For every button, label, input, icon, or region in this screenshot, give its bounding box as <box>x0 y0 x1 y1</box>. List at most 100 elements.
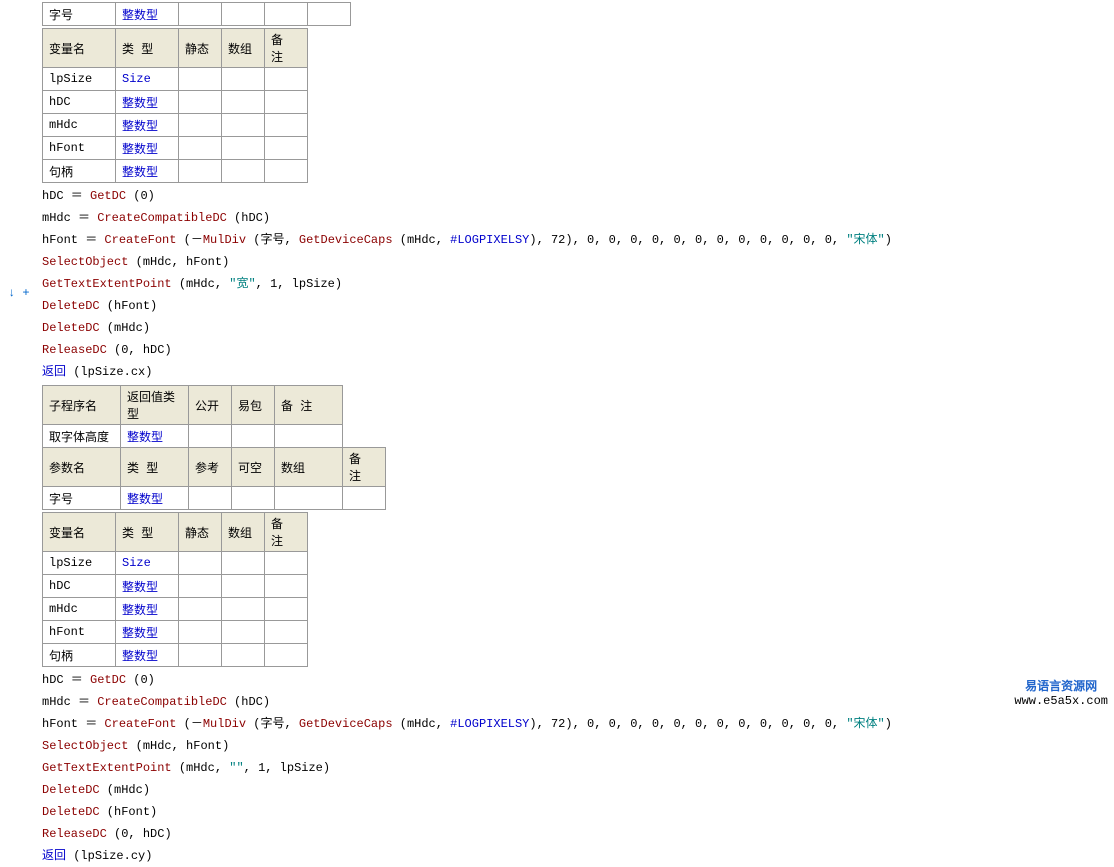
code-line[interactable]: DeleteDC (hFont) <box>42 801 1114 823</box>
cell[interactable] <box>179 137 222 160</box>
cell[interactable] <box>222 137 265 160</box>
cell[interactable]: 整数型 <box>116 3 179 26</box>
cell[interactable] <box>179 91 222 114</box>
code-line[interactable]: hFont ＝ CreateFont (－MulDiv (字号, GetDevi… <box>42 229 1114 251</box>
cell[interactable] <box>179 552 222 575</box>
cell[interactable]: 句柄 <box>43 160 116 183</box>
cell[interactable]: hFont <box>43 137 116 160</box>
code-line[interactable]: DeleteDC (mHdc) <box>42 317 1114 339</box>
watermark-url: www.e5a5x.com <box>1014 694 1108 708</box>
cell[interactable] <box>265 91 308 114</box>
hdr-param-type: 类 型 <box>121 448 189 487</box>
hdr-var-note: 备 注 <box>265 513 308 552</box>
cell[interactable]: Size <box>116 68 179 91</box>
cell[interactable] <box>265 68 308 91</box>
cell[interactable] <box>275 487 343 510</box>
code-line[interactable]: GetTextExtentPoint (mHdc, "宽", 1, lpSize… <box>42 273 1114 295</box>
cell[interactable]: 整数型 <box>116 114 179 137</box>
cell[interactable] <box>222 575 265 598</box>
cell[interactable] <box>222 91 265 114</box>
cell[interactable] <box>308 3 351 26</box>
cell[interactable] <box>265 575 308 598</box>
cell[interactable]: 整数型 <box>121 487 189 510</box>
hdr-var-note: 备 注 <box>265 29 308 68</box>
cell[interactable]: hFont <box>43 621 116 644</box>
hdr-var-name: 变量名 <box>43 29 116 68</box>
cell[interactable] <box>179 575 222 598</box>
cell[interactable]: 整数型 <box>116 598 179 621</box>
code-line[interactable]: mHdc ＝ CreateCompatibleDC (hDC) <box>42 207 1114 229</box>
code-line[interactable]: DeleteDC (hFont) <box>42 295 1114 317</box>
cell[interactable]: 整数型 <box>116 575 179 598</box>
cell[interactable]: hDC <box>43 91 116 114</box>
code-line[interactable]: 返回 (lpSize.cy) <box>42 845 1114 867</box>
cell[interactable]: 整数型 <box>116 160 179 183</box>
cell[interactable] <box>179 644 222 667</box>
code-line[interactable]: GetTextExtentPoint (mHdc, "", 1, lpSize) <box>42 757 1114 779</box>
cell[interactable] <box>275 425 343 448</box>
fold-arrow-icon[interactable]: ↓ <box>8 286 15 300</box>
cell[interactable]: lpSize <box>43 68 116 91</box>
cell[interactable]: 整数型 <box>116 621 179 644</box>
cell[interactable]: 整数型 <box>116 644 179 667</box>
param-table-top: 字号 整数型 <box>42 2 351 26</box>
cell[interactable] <box>222 3 265 26</box>
hdr-var-arr: 数组 <box>222 513 265 552</box>
code-line[interactable]: hDC ＝ GetDC (0) <box>42 185 1114 207</box>
cell[interactable]: 取字体高度 <box>43 425 121 448</box>
code-line[interactable]: DeleteDC (mHdc) <box>42 779 1114 801</box>
code-line[interactable]: hDC ＝ GetDC (0) <box>42 669 1114 691</box>
watermark-title: 易语言资源网 <box>1014 677 1108 694</box>
hdr-param-name: 参数名 <box>43 448 121 487</box>
cell[interactable] <box>179 3 222 26</box>
cell[interactable] <box>222 552 265 575</box>
cell[interactable] <box>222 644 265 667</box>
cell[interactable]: mHdc <box>43 598 116 621</box>
cell[interactable] <box>232 425 275 448</box>
cell[interactable] <box>179 114 222 137</box>
cell[interactable] <box>265 552 308 575</box>
cell[interactable]: lpSize <box>43 552 116 575</box>
hdr-var-type: 类 型 <box>116 29 179 68</box>
code-line[interactable]: SelectObject (mHdc, hFont) <box>42 251 1114 273</box>
cell[interactable]: 整数型 <box>116 91 179 114</box>
cell[interactable]: 整数型 <box>116 137 179 160</box>
cell[interactable] <box>265 3 308 26</box>
cell[interactable] <box>189 425 232 448</box>
cell[interactable] <box>189 487 232 510</box>
cell[interactable]: 字号 <box>43 3 116 26</box>
cell[interactable] <box>265 598 308 621</box>
cell[interactable] <box>232 487 275 510</box>
cell[interactable] <box>343 487 386 510</box>
cell[interactable] <box>265 621 308 644</box>
cell[interactable] <box>265 114 308 137</box>
cell[interactable]: 句柄 <box>43 644 116 667</box>
code-line[interactable]: ReleaseDC (0, hDC) <box>42 823 1114 845</box>
expand-icon[interactable]: + <box>22 286 29 300</box>
cell[interactable] <box>265 160 308 183</box>
cell[interactable]: mHdc <box>43 114 116 137</box>
cell[interactable] <box>179 160 222 183</box>
cell[interactable] <box>179 598 222 621</box>
cell[interactable] <box>265 644 308 667</box>
var-table-1: 变量名 类 型 静态 数组 备 注 lpSizeSize hDC整数型 mHdc… <box>42 28 308 183</box>
code-line[interactable]: SelectObject (mHdc, hFont) <box>42 735 1114 757</box>
cell[interactable]: Size <box>116 552 179 575</box>
cell[interactable]: 字号 <box>43 487 121 510</box>
cell[interactable]: 整数型 <box>121 425 189 448</box>
code-line[interactable]: 返回 (lpSize.cx) <box>42 361 1114 383</box>
cell[interactable] <box>222 160 265 183</box>
code-line[interactable]: mHdc ＝ CreateCompatibleDC (hDC) <box>42 691 1114 713</box>
hdr-sub-pub: 公开 <box>189 386 232 425</box>
cell[interactable] <box>265 137 308 160</box>
cell[interactable] <box>222 598 265 621</box>
cell[interactable]: hDC <box>43 575 116 598</box>
cell[interactable] <box>179 621 222 644</box>
cell[interactable] <box>222 114 265 137</box>
cell[interactable] <box>222 68 265 91</box>
cell[interactable] <box>222 621 265 644</box>
hdr-var-name: 变量名 <box>43 513 116 552</box>
code-line[interactable]: hFont ＝ CreateFont (－MulDiv (字号, GetDevi… <box>42 713 1114 735</box>
code-line[interactable]: ReleaseDC (0, hDC) <box>42 339 1114 361</box>
cell[interactable] <box>179 68 222 91</box>
